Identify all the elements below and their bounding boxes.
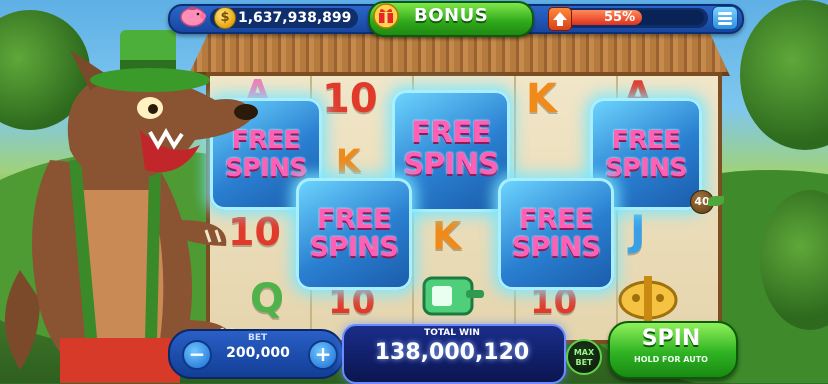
reel-symbol: 10	[322, 76, 378, 122]
level-up-icon	[548, 7, 572, 31]
coin-balance: 1,637,938,899	[238, 10, 352, 26]
free-spins-symbol: FREE SPINS	[296, 178, 412, 290]
paintbrush-symbol-icon	[422, 276, 484, 316]
free-spins-text: FREE	[316, 204, 392, 235]
total-win-label: TOTAL WIN	[424, 328, 480, 338]
spin-hold-hint: HOLD FOR AUTO	[634, 355, 708, 364]
reel-symbol: K	[432, 214, 462, 258]
piggy-bank-icon[interactable]	[178, 4, 208, 28]
free-spins-symbol: FREE SPINS	[498, 178, 614, 290]
max-bet-label: MAX	[573, 348, 595, 357]
bonus-label: BONUS	[414, 5, 489, 26]
reel-symbol: K	[526, 76, 557, 122]
menu-icon[interactable]	[712, 6, 738, 30]
max-bet-label: BET	[575, 358, 593, 367]
coin-icon: $	[214, 7, 236, 29]
bet-label: BET	[248, 333, 268, 343]
max-bet-button[interactable]: MAX BET	[566, 339, 602, 375]
free-spins-text: SPINS	[403, 147, 499, 181]
leaf-icon	[708, 196, 724, 206]
gift-icon[interactable]	[372, 3, 400, 29]
free-spins-text: FREE	[611, 125, 681, 154]
bet-value: 200,000	[226, 345, 290, 361]
total-win-value: 138,000,120	[374, 340, 530, 365]
spin-label: SPIN	[641, 326, 701, 351]
reel-symbol: K	[336, 142, 361, 180]
free-spins-text: FREE	[518, 204, 594, 235]
free-spins-text: SPINS	[511, 232, 601, 263]
reel-symbol: J	[630, 206, 646, 255]
free-spins-text: SPINS	[604, 153, 688, 182]
free-spins-text: FREE	[411, 115, 491, 149]
violin-symbol-icon	[618, 276, 678, 322]
free-spins-text: SPINS	[309, 232, 399, 263]
level-progress-text: 55%	[604, 10, 636, 25]
background-tree	[740, 0, 828, 150]
